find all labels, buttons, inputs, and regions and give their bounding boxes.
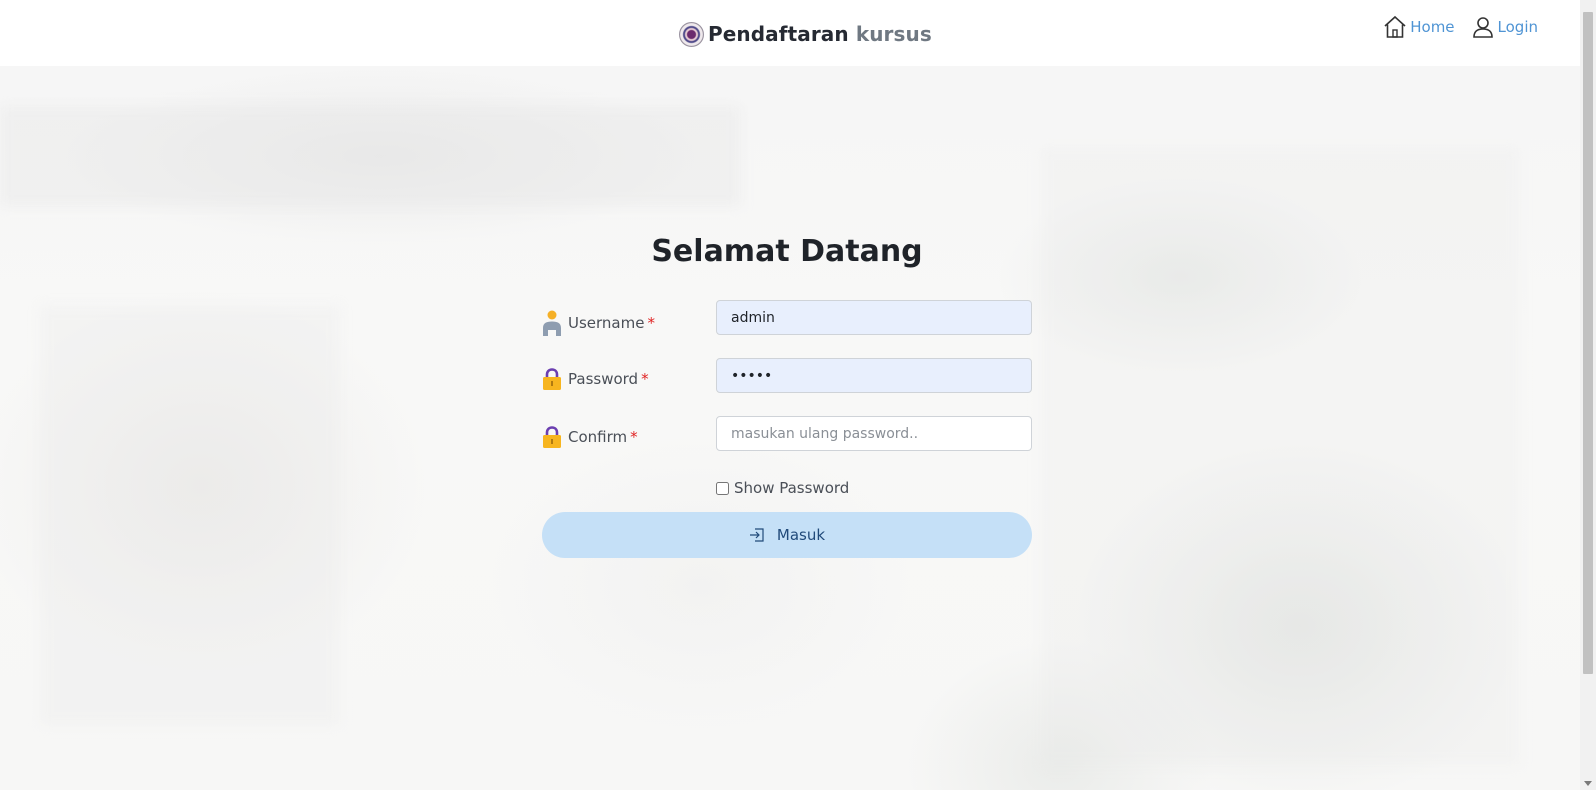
- login-submit-button[interactable]: Masuk: [542, 512, 1032, 558]
- nav-home-link[interactable]: Home: [1383, 15, 1455, 39]
- sign-in-icon: [749, 528, 764, 542]
- top-nav: Home Login: [1383, 15, 1538, 39]
- required-mark: *: [630, 428, 638, 446]
- login-form: Selamat Datang Username* Password*: [542, 230, 1032, 558]
- header: Pendaftaran kursus Home Login: [0, 0, 1580, 66]
- required-mark: *: [641, 370, 649, 388]
- show-password-checkbox[interactable]: [716, 481, 729, 495]
- brand-accent-text: kursus: [855, 22, 932, 46]
- nav-login-label: Login: [1497, 18, 1538, 36]
- page: Pendaftaran kursus Home Login Selamat Da…: [0, 0, 1596, 790]
- password-label: Password *: [542, 368, 649, 390]
- scrollbar-thumb[interactable]: [1583, 12, 1593, 674]
- password-input[interactable]: [716, 358, 1032, 393]
- show-password-toggle[interactable]: Show Password: [542, 470, 1032, 506]
- password-label-text: Password: [568, 370, 639, 388]
- confirm-label: Confirm *: [542, 426, 638, 448]
- welcome-title: Selamat Datang: [651, 234, 923, 269]
- username-label-text: Username: [568, 314, 645, 332]
- confirm-row: Confirm *: [542, 416, 1032, 474]
- nav-login-link[interactable]: Login: [1471, 15, 1538, 39]
- username-label: Username *: [542, 310, 655, 336]
- confirm-password-input[interactable]: [716, 416, 1032, 451]
- brand-title: Pendaftaran kursus: [708, 22, 932, 46]
- confirm-label-text: Confirm: [568, 428, 628, 446]
- school-seal-icon: [679, 21, 704, 47]
- brand-main-text: Pendaftaran: [708, 22, 849, 46]
- show-password-label: Show Password: [734, 479, 850, 497]
- user-outline-icon: [1472, 17, 1493, 38]
- brand[interactable]: Pendaftaran kursus: [679, 20, 932, 48]
- username-row: Username *: [542, 300, 1032, 358]
- username-input[interactable]: [716, 300, 1032, 335]
- lock-icon: [543, 368, 561, 390]
- vertical-scrollbar[interactable]: [1580, 0, 1596, 790]
- required-mark: *: [647, 314, 655, 332]
- password-row: Password *: [542, 358, 1032, 416]
- login-submit-label: Masuk: [776, 526, 826, 544]
- user-icon: [543, 310, 561, 336]
- lock-icon: [543, 426, 561, 448]
- scroll-down-arrow-icon[interactable]: [1584, 781, 1592, 786]
- nav-home-label: Home: [1410, 18, 1455, 36]
- house-icon: [1384, 15, 1406, 38]
